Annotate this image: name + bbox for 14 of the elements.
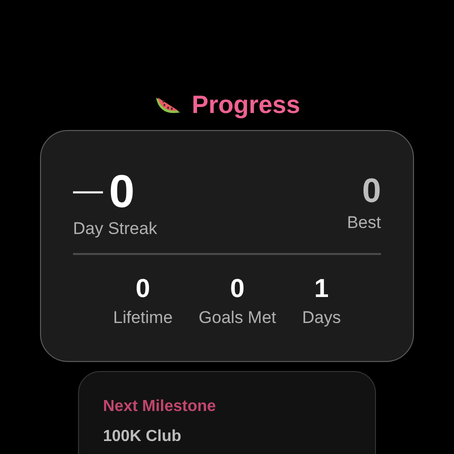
stat-value: 0 [230,273,245,304]
milestone-heading: Next Milestone [103,398,217,416]
stat-label: Goals Met [198,308,276,328]
streak-value: 0 [109,164,135,218]
milestone-name: 100K Club [103,428,182,446]
stat-label: Lifetime [113,308,173,328]
stat-value: 1 [314,273,329,304]
stat-label: Days [302,308,341,328]
best-value: 0 [362,173,381,209]
streak-label: Day Streak [73,219,158,239]
best-label: Best [346,213,381,233]
page-title: Progress [192,90,300,120]
stat-value: 0 [136,273,150,304]
dash-symbol: — [73,174,103,208]
